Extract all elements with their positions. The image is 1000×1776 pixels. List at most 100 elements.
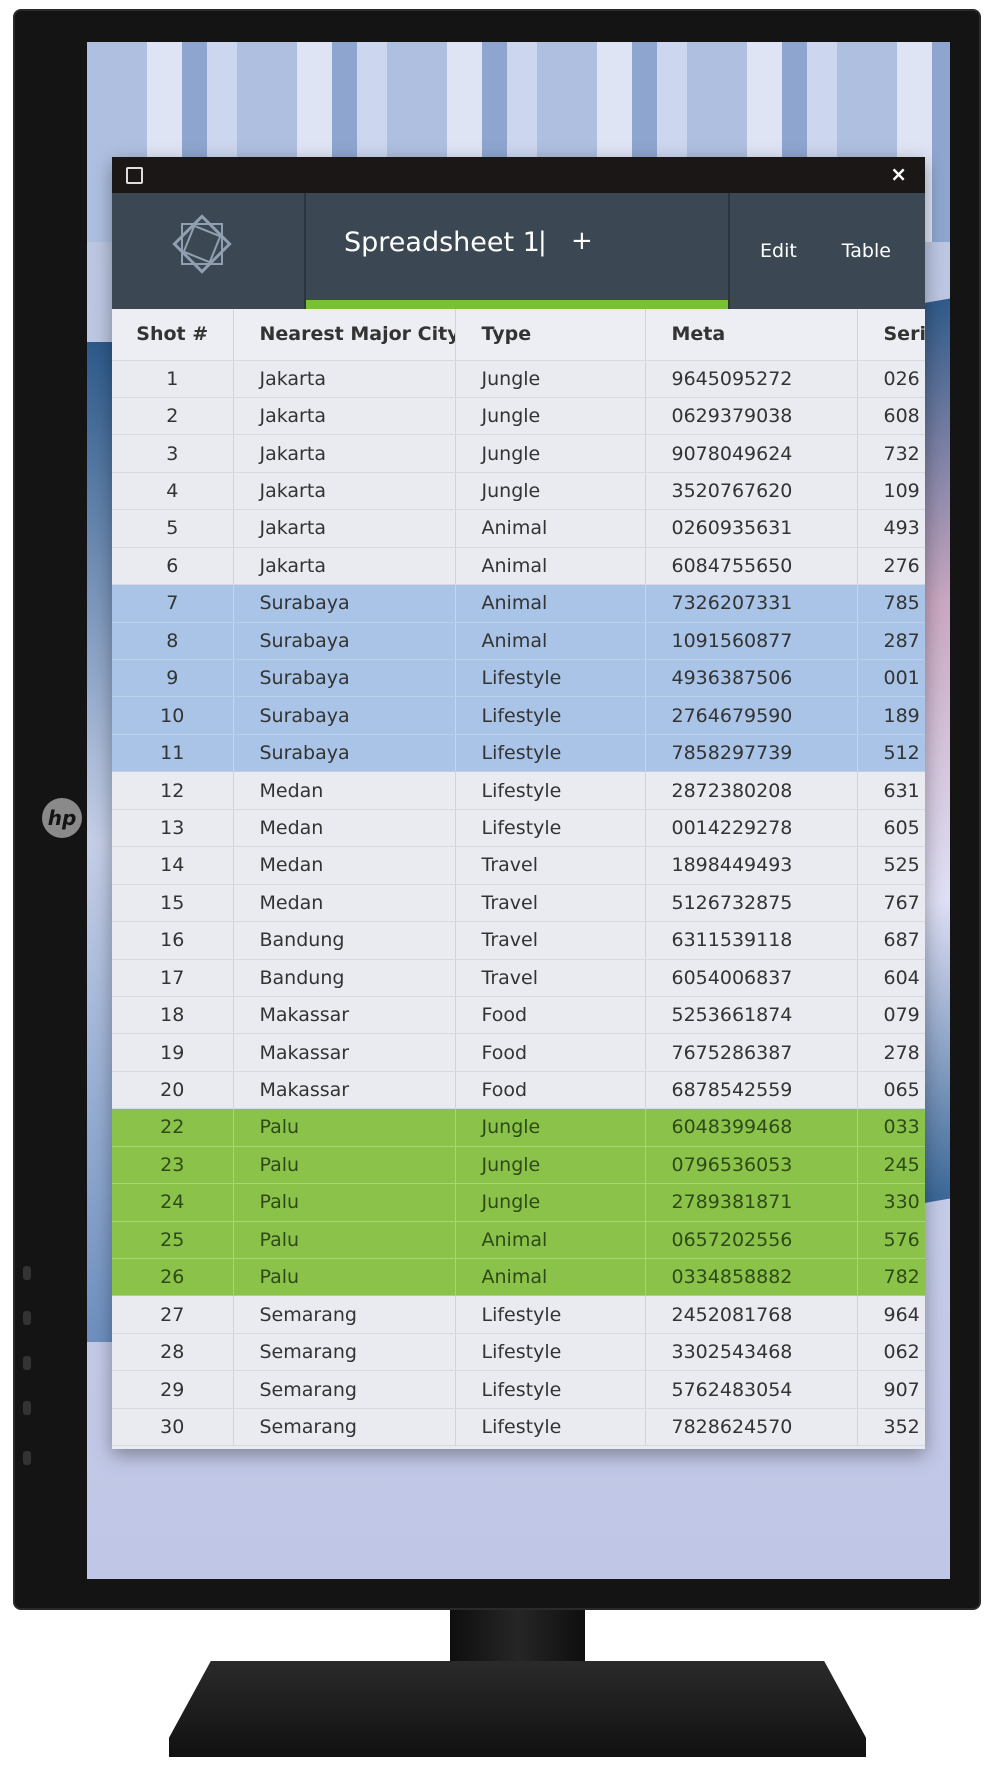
table-cell[interactable]: Medan <box>233 884 456 923</box>
table-cell[interactable]: Jakarta <box>233 397 456 436</box>
table-cell[interactable]: 16 <box>112 921 234 960</box>
table-cell[interactable]: Animal <box>455 622 646 661</box>
table-cell[interactable]: 17 <box>112 959 234 997</box>
table-cell[interactable]: 189 <box>857 696 925 735</box>
table-cell[interactable]: Palu <box>233 1258 456 1297</box>
table-cell[interactable]: 7 <box>112 584 234 623</box>
table-cell[interactable]: 6 <box>112 547 234 586</box>
table-cell[interactable]: 18 <box>112 996 234 1035</box>
table-cell[interactable]: Jungle <box>455 1183 646 1222</box>
table-cell[interactable]: Animal <box>455 547 646 586</box>
table-row[interactable]: 28 Semarang Lifestyle 3302543468 062 <box>112 1333 925 1372</box>
table-cell[interactable]: Jungle <box>455 472 646 511</box>
table-cell[interactable]: Lifestyle <box>455 659 646 698</box>
table-cell[interactable]: 4936387506 <box>645 659 858 698</box>
tab-spreadsheet-1[interactable]: Spreadsheet 1 | + <box>306 193 730 309</box>
table-row[interactable]: 19 Makassar Food 7675286387 278 <box>112 1033 925 1072</box>
table-row[interactable]: 15 Medan Travel 5126732875 767 <box>112 884 925 923</box>
table-cell[interactable]: Palu <box>233 1221 456 1260</box>
table-cell[interactable]: 7326207331 <box>645 584 858 623</box>
table-cell[interactable]: 001 <box>857 659 925 698</box>
table-cell[interactable]: Surabaya <box>233 696 456 735</box>
table-row[interactable]: 27 Semarang Lifestyle 2452081768 964 <box>112 1295 925 1334</box>
monitor-button[interactable] <box>23 1311 31 1325</box>
table-cell[interactable]: Jakarta <box>233 547 456 586</box>
table-cell[interactable]: Lifestyle <box>455 1333 646 1372</box>
table-cell[interactable]: 13 <box>112 809 234 848</box>
table-row[interactable]: 4 Jakarta Jungle 3520767620 109 <box>112 472 925 511</box>
table-cell[interactable]: Jakarta <box>233 434 456 473</box>
table-cell[interactable]: Jungle <box>455 1146 646 1185</box>
table-cell[interactable]: 3302543468 <box>645 1333 858 1372</box>
table-cell[interactable]: 23 <box>112 1146 234 1185</box>
table-cell[interactable]: 0334858882 <box>645 1258 858 1297</box>
table-cell[interactable]: Palu <box>233 1183 456 1222</box>
table-cell[interactable]: 2764679590 <box>645 696 858 735</box>
table-row[interactable]: 12 Medan Lifestyle 2872380208 631 <box>112 771 925 810</box>
table-cell[interactable]: 512 <box>857 734 925 773</box>
maximize-icon[interactable] <box>126 167 143 184</box>
table-cell[interactable]: 493 <box>857 509 925 548</box>
table-cell[interactable]: Medan <box>233 846 456 885</box>
table-cell[interactable]: Travel <box>455 846 646 885</box>
table-cell[interactable]: 12 <box>112 771 234 810</box>
table-cell[interactable]: 352 <box>857 1408 925 1447</box>
table-cell[interactable]: Travel <box>455 884 646 923</box>
table-cell[interactable]: 6054006837 <box>645 959 858 997</box>
table-cell[interactable]: 0629379038 <box>645 397 858 436</box>
table-cell[interactable]: Food <box>455 1033 646 1072</box>
monitor-button[interactable] <box>23 1401 31 1415</box>
table-cell[interactable]: 079 <box>857 996 925 1035</box>
table-cell[interactable]: 576 <box>857 1221 925 1260</box>
power-button[interactable] <box>23 1451 31 1465</box>
table-cell[interactable]: 5762483054 <box>645 1370 858 1409</box>
table-cell[interactable]: Jungle <box>455 434 646 473</box>
table-cell[interactable]: Semarang <box>233 1333 456 1372</box>
table-cell[interactable]: Medan <box>233 771 456 810</box>
table-cell[interactable]: Food <box>455 996 646 1035</box>
table-cell[interactable]: Surabaya <box>233 584 456 623</box>
table-cell[interactable]: Bandung <box>233 921 456 960</box>
table-cell[interactable]: 1898449493 <box>645 846 858 885</box>
table-cell[interactable]: 525 <box>857 846 925 885</box>
add-tab-button[interactable]: + <box>571 226 593 256</box>
table-row[interactable]: 5 Jakarta Animal 0260935631 493 <box>112 509 925 548</box>
table-row[interactable]: 10 Surabaya Lifestyle 2764679590 189 <box>112 696 925 735</box>
table-row[interactable]: 6 Jakarta Animal 6084755650 276 <box>112 547 925 586</box>
table-cell[interactable]: Animal <box>455 584 646 623</box>
table-cell[interactable]: Bandung <box>233 959 456 997</box>
table-cell[interactable]: 604 <box>857 959 925 997</box>
table-cell[interactable]: 276 <box>857 547 925 586</box>
table-cell[interactable]: Medan <box>233 809 456 848</box>
table-cell[interactable]: 10 <box>112 696 234 735</box>
table-cell[interactable]: 0014229278 <box>645 809 858 848</box>
table-cell[interactable]: 2789381871 <box>645 1183 858 1222</box>
column-header[interactable]: Nearest Major City <box>233 309 456 361</box>
table-cell[interactable]: 27 <box>112 1295 234 1334</box>
table-cell[interactable]: Animal <box>455 1221 646 1260</box>
table-cell[interactable]: Palu <box>233 1146 456 1185</box>
table-cell[interactable]: 109 <box>857 472 925 511</box>
table-cell[interactable]: 7675286387 <box>645 1033 858 1072</box>
table-cell[interactable]: Jungle <box>455 1108 646 1147</box>
table-cell[interactable]: Travel <box>455 921 646 960</box>
table-cell[interactable]: 608 <box>857 397 925 436</box>
column-header[interactable]: Shot # <box>112 309 234 361</box>
table-cell[interactable]: Lifestyle <box>455 1408 646 1447</box>
menu-table[interactable]: Table <box>842 240 891 262</box>
table-row[interactable]: 9 Surabaya Lifestyle 4936387506 001 <box>112 659 925 698</box>
table-cell[interactable]: Jakarta <box>233 509 456 548</box>
table-cell[interactable]: Semarang <box>233 1370 456 1409</box>
table-cell[interactable]: 278 <box>857 1033 925 1072</box>
table-cell[interactable]: Lifestyle <box>455 771 646 810</box>
table-cell[interactable]: Jakarta <box>233 472 456 511</box>
table-cell[interactable]: 0796536053 <box>645 1146 858 1185</box>
table-row[interactable]: 8 Surabaya Animal 1091560877 287 <box>112 622 925 661</box>
column-header[interactable]: Seri <box>857 309 925 361</box>
table-row[interactable]: 7 Surabaya Animal 7326207331 785 <box>112 584 925 623</box>
table-row[interactable]: 25 Palu Animal 0657202556 576 <box>112 1221 925 1260</box>
table-row[interactable]: 17 Bandung Travel 6054006837 604 <box>112 959 925 997</box>
table-cell[interactable]: Lifestyle <box>455 734 646 773</box>
table-row[interactable]: 11 Surabaya Lifestyle 7858297739 512 <box>112 734 925 773</box>
table-cell[interactable]: 2 <box>112 397 234 436</box>
